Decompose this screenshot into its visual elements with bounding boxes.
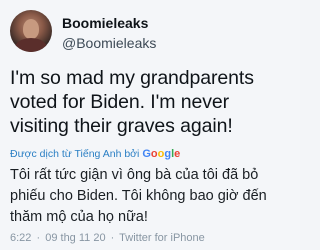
tweet-card: Boomieleaks @Boomieleaks I'm so mad my g… xyxy=(0,0,300,250)
avatar-face xyxy=(23,19,39,39)
google-logo: Google xyxy=(142,148,180,160)
tweet-source[interactable]: Twitter for iPhone xyxy=(119,232,205,244)
tweet-time[interactable]: 6:22 xyxy=(10,232,31,244)
separator-dot: · xyxy=(110,232,115,244)
author-handle[interactable]: @Boomieleaks xyxy=(62,35,156,51)
separator-dot: · xyxy=(36,232,41,244)
google-letter: e xyxy=(174,148,181,160)
google-letter: G xyxy=(142,148,151,160)
google-letter: o xyxy=(150,148,158,160)
translated-text: Tôi rất tức giận vì ông bà của tôi đã bỏ… xyxy=(10,167,267,225)
translation-attribution[interactable]: Được dịch từ Tiếng Anh bởi Google xyxy=(10,148,180,160)
author-display-name[interactable]: Boomieleaks xyxy=(62,15,148,31)
tweet-text: I'm so mad my grandparents voted for Bid… xyxy=(10,67,254,137)
avatar-shoulders xyxy=(15,38,47,52)
translation-label: Được dịch từ Tiếng Anh bởi xyxy=(10,148,140,160)
tweet-meta: 6:22 · 09 thg 11 20 · Twitter for iPhone xyxy=(10,232,205,244)
tweet-date[interactable]: 09 thg 11 20 xyxy=(45,232,105,244)
avatar[interactable] xyxy=(10,10,52,52)
tweet-header: Boomieleaks @Boomieleaks xyxy=(10,8,290,56)
